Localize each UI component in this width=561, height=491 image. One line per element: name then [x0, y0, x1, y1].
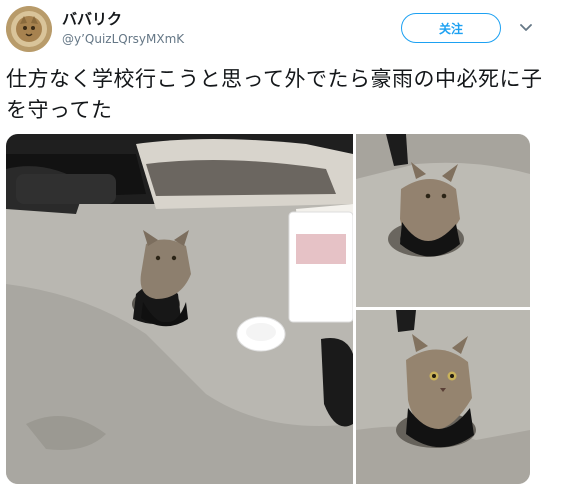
tweet: ババリク @y’QuizLQrsyMXmK 关注 仕方なく学校行こうと思って外で…: [0, 0, 561, 491]
tweet-media: [6, 134, 530, 484]
follow-button[interactable]: 关注: [401, 13, 501, 43]
cat-photo-2: [356, 134, 530, 307]
photo-3[interactable]: [356, 310, 530, 484]
tweet-text: 仕方なく学校行こうと思って外でたら豪雨の中必死に子を守ってた: [6, 67, 543, 122]
tweet-header: ババリク @y’QuizLQrsyMXmK 关注: [6, 6, 561, 54]
more-menu-button[interactable]: [516, 18, 536, 38]
user-names: ババリク @y’QuizLQrsyMXmK: [62, 10, 184, 48]
avatar[interactable]: [6, 6, 52, 52]
cat-photo-1: [6, 134, 353, 484]
display-name[interactable]: ババリク: [62, 10, 184, 28]
avatar-image: [6, 6, 52, 52]
cat-photo-3: [356, 310, 530, 484]
photo-2[interactable]: [356, 134, 530, 307]
photo-1[interactable]: [6, 134, 353, 484]
chevron-down-icon: [520, 24, 532, 31]
user-handle[interactable]: @y’QuizLQrsyMXmK: [62, 30, 184, 48]
